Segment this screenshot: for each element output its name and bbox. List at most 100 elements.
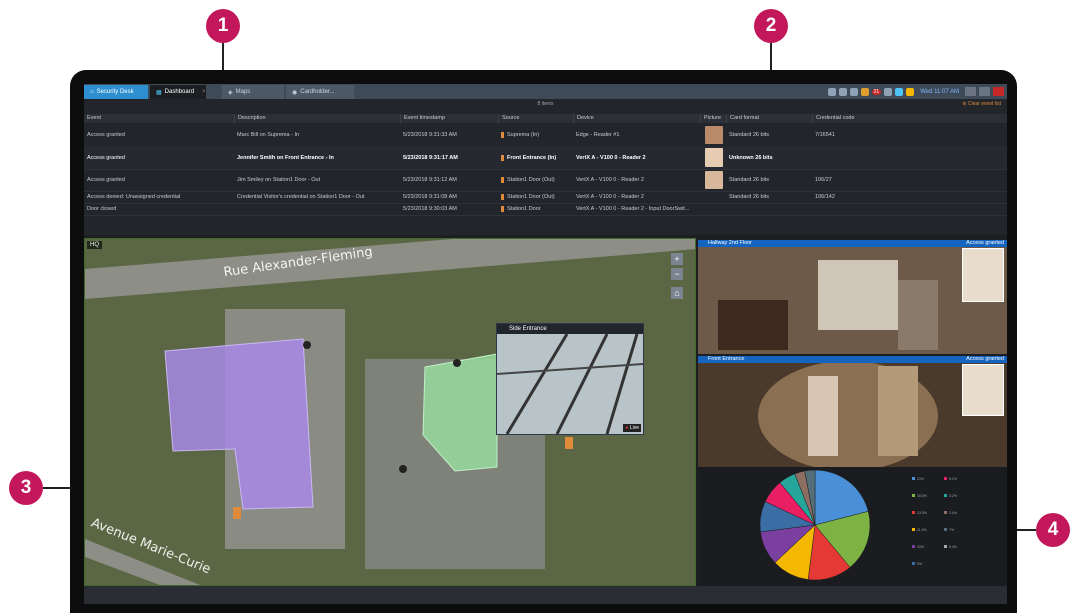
source-label: Station1 Door (Out) — [507, 194, 555, 200]
column-header-event[interactable]: Event — [84, 114, 234, 123]
home-icon: ⌂ — [90, 89, 94, 95]
cardholder-snapshot — [962, 248, 1004, 302]
door-icon — [501, 154, 504, 161]
tab-cardholder[interactable]: ◉ Cardholder... — [286, 85, 354, 99]
cardholder-picture — [705, 171, 723, 189]
legend-value: 9% — [917, 562, 923, 566]
notification-badge[interactable]: 21 — [871, 88, 882, 95]
pie-legend-item-9: 7% — [944, 528, 954, 532]
map-icon: ◈ — [228, 89, 233, 96]
source-label: Station1 Door — [507, 206, 541, 212]
tab-dashboard[interactable]: ▦ Dashboard × — [150, 85, 206, 99]
cardholder-picture — [705, 126, 723, 144]
tab-maps[interactable]: ◈ Maps — [222, 85, 284, 99]
tray-camera-icon[interactable] — [827, 87, 836, 96]
door-icon — [501, 194, 504, 200]
camera-marker — [453, 359, 461, 367]
cell-card-format: Unknown 26 bits — [729, 154, 773, 161]
pie-legend-item-2: 13.0% — [912, 511, 927, 515]
video-tile-hallway[interactable]: Hallway 2nd Floor Access granted — [698, 240, 1007, 354]
cell-device: VertX A - V100 0 - Reader 2 — [576, 177, 644, 183]
cell-device: VertX A - V100 0 - Reader 2 — [576, 194, 644, 200]
close-icon[interactable]: × — [202, 89, 206, 95]
cell-timestamp: 5/23/2018 9:30:03 AM — [403, 206, 457, 212]
zoom-out-button[interactable]: − — [671, 268, 683, 280]
table-row[interactable]: Access granted Jim Smiley on Station1 Do… — [84, 169, 1007, 192]
cell-event: Access granted — [87, 132, 125, 138]
cardholder-snapshot — [962, 364, 1004, 416]
event-list-panel: 8 items ⊘ Clear event list Event Descrip… — [84, 99, 1007, 235]
cell-source: Suprema (In) — [498, 124, 539, 146]
column-header-credential-code[interactable]: Credential code — [812, 114, 922, 123]
table-row[interactable]: Access granted Jennifer Smith on Front E… — [84, 146, 1007, 170]
video-feed — [698, 356, 1007, 467]
maximize-button[interactable] — [979, 87, 990, 96]
cell-card-format: Standard 26 bits — [729, 177, 770, 183]
column-header-source[interactable]: Source — [498, 114, 573, 123]
dashboard-icon: ▦ — [156, 89, 162, 96]
tab-label: Dashboard — [164, 89, 195, 95]
clock: Wed 11:07 AM — [920, 88, 959, 95]
event-table-header: Event Description Event timestamp Source… — [84, 114, 1007, 123]
column-header-card-format[interactable]: Card format — [726, 114, 812, 123]
cell-description: Jim Smiley on Station1 Door - Out — [237, 177, 321, 183]
pie-legend-item-5: 9% — [912, 562, 922, 566]
tray-warning-icon[interactable] — [906, 87, 915, 96]
table-row[interactable]: Door closed 5/23/2018 9:30:03 AM Station… — [84, 203, 1007, 216]
column-header-picture[interactable]: Picture — [700, 114, 726, 123]
zoom-in-button[interactable]: + — [671, 253, 683, 265]
map-panel[interactable]: HQ Rue Alexander-Fleming Avenue Marie-Cu… — [84, 238, 696, 586]
tray-monitor-icon[interactable] — [838, 87, 847, 96]
title-bar: ⌂ Security Desk ▦ Dashboard × ◈ Maps ◉ C… — [84, 84, 1007, 99]
cell-device: VertX A - V100 0 - Reader 2 - Input Door… — [576, 206, 690, 212]
table-row[interactable]: Access granted Marc Bill on Suprema - In… — [84, 124, 1007, 147]
pie-legend-item-8: 2.4% — [944, 511, 957, 515]
items-count: 8 items — [537, 101, 554, 107]
home-view-button[interactable]: ⌂ — [671, 287, 683, 299]
door-marker — [233, 507, 241, 519]
column-header-timestamp[interactable]: Event timestamp — [400, 114, 498, 123]
cell-description: Marc Bill on Suprema - In — [237, 132, 300, 138]
pie-legend-item-7: 3.2% — [944, 494, 957, 498]
tray-device-icon[interactable] — [849, 87, 858, 96]
column-header-description[interactable]: Description — [234, 114, 400, 123]
tray-volume-icon[interactable] — [884, 87, 893, 96]
legend-value: 18.0% — [917, 494, 927, 498]
cell-description: Credential Visitor's credential on Stati… — [237, 194, 365, 200]
legend-value: 13.0% — [917, 511, 927, 515]
cell-credential: 106/27 — [815, 177, 832, 183]
cell-source: Front Entrance (In) — [498, 146, 556, 169]
legend-value: 10% — [917, 545, 925, 549]
pie-legend-item-6: 5.1% — [944, 477, 957, 481]
minimize-button[interactable] — [965, 87, 976, 96]
pie-legend-item-10: 5.4% — [944, 545, 957, 549]
column-header-device[interactable]: Device — [573, 114, 700, 123]
cell-device: Edge - Reader #1 — [576, 132, 620, 138]
clear-event-list-button[interactable]: ⊘ Clear event list — [962, 101, 1001, 107]
cardholder-icon: ◉ — [292, 89, 298, 96]
camera-marker — [399, 465, 407, 473]
cell-source: Station1 Door (Out) — [498, 169, 555, 191]
tab-security-desk[interactable]: ⌂ Security Desk — [84, 85, 148, 99]
tray-globe-icon[interactable] — [895, 87, 904, 96]
cell-credential: 106/142 — [815, 194, 835, 200]
tab-label: Maps — [235, 89, 251, 95]
record-icon: ● — [625, 425, 629, 431]
video-tile-front-entrance[interactable]: Front Entrance Access granted — [698, 356, 1007, 467]
pie-legend-item-3: 11.2% — [912, 528, 927, 532]
camera-tile-side-entrance[interactable]: Side Entrance ● Live — [496, 323, 644, 435]
cell-event: Access granted — [87, 154, 125, 161]
pie-chart-panel[interactable]: 21% 18.0% 13.0% 11.2% 10% 9% 5.1% 3.2% 2.4% 7% 5.4… — [698, 467, 1007, 586]
cell-description — [234, 203, 237, 215]
pie-legend-item-0: 21% — [912, 477, 924, 481]
cell-event: Access denied: Unassigned credential — [87, 194, 181, 200]
legend-swatch — [912, 511, 915, 514]
legend-value: 21% — [917, 477, 925, 481]
cell-device: VertX A - V100 0 - Reader 2 — [576, 154, 646, 161]
close-window-button[interactable] — [993, 87, 1004, 96]
tray-alarm-icon[interactable] — [860, 87, 869, 96]
camera-feed — [497, 334, 643, 434]
legend-value: 3.2% — [949, 494, 957, 498]
legend-value: 5.1% — [949, 477, 957, 481]
pie-legend-item-4: 10% — [912, 545, 924, 549]
